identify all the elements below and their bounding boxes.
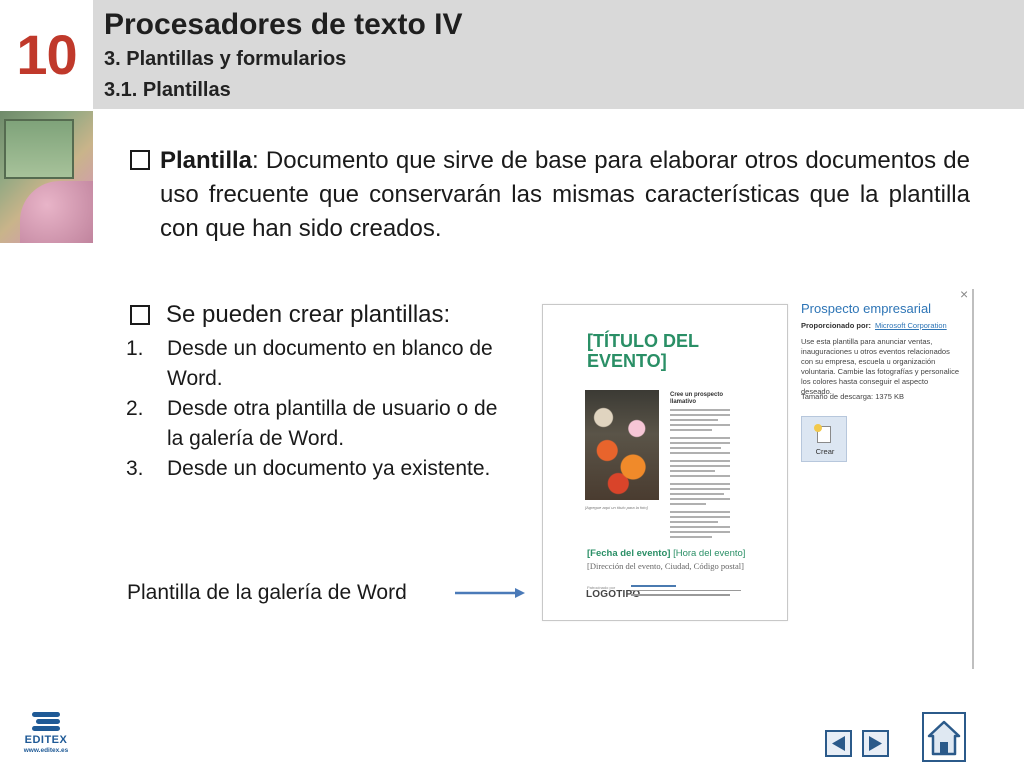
preview-event-date: [Fecha del evento] bbox=[587, 548, 671, 559]
template-preview: [TÍTULO DEL EVENTO] [Agregue aquí un tít… bbox=[542, 304, 788, 621]
previous-slide-button[interactable] bbox=[825, 730, 852, 757]
right-arrow-icon bbox=[455, 588, 525, 598]
new-document-icon bbox=[814, 424, 831, 443]
home-icon bbox=[927, 720, 961, 756]
panel-description: Use esta plantilla para anunciar ventas,… bbox=[801, 337, 959, 396]
creation-methods: Se pueden crear plantillas: 1. Desde un d… bbox=[126, 298, 500, 484]
definition-bullet: Plantilla: Documento que sirve de base p… bbox=[130, 144, 970, 246]
create-button[interactable]: Crear bbox=[801, 416, 847, 462]
panel-title: Prospecto empresarial bbox=[801, 301, 932, 316]
gallery-caption: Plantilla de la galería de Word bbox=[127, 581, 407, 604]
home-button[interactable] bbox=[922, 712, 966, 762]
preview-address: [Dirección del evento, Ciudad, Código po… bbox=[587, 561, 744, 571]
next-triangle-icon bbox=[869, 736, 882, 751]
template-info-panel: × Prospecto empresarial Proporcionado po… bbox=[798, 286, 974, 669]
definition-term: Plantilla bbox=[160, 147, 253, 174]
subsection-title: 3.1. Plantillas bbox=[104, 79, 231, 101]
preview-body-text bbox=[670, 409, 730, 541]
list-item: 1. Desde un documento en blanco de Word. bbox=[126, 334, 500, 394]
next-slide-button[interactable] bbox=[862, 730, 889, 757]
photo-person bbox=[20, 181, 93, 243]
section-title: 3. Plantillas y formularios bbox=[104, 48, 347, 70]
slide-title: Procesadores de texto IV bbox=[104, 8, 463, 41]
provider-label: Proporcionado por: bbox=[801, 321, 871, 330]
list-item-text: Desde otra plantilla de usuario o de la … bbox=[167, 397, 498, 450]
list-item-text: Desde un documento ya existente. bbox=[167, 457, 491, 480]
preview-company-block bbox=[631, 585, 741, 599]
previous-triangle-icon bbox=[832, 736, 845, 751]
panel-download-size: Tamaño de descarga: 1375 KB bbox=[801, 392, 904, 401]
slide-header: 10 Procesadores de texto IV 3. Plantilla… bbox=[0, 0, 1024, 109]
chapter-number-box: 10 bbox=[0, 0, 93, 109]
decorative-photo bbox=[0, 111, 93, 243]
panel-provider: Proporcionado por: Microsoft Corporation bbox=[801, 321, 947, 330]
create-button-label: Crear bbox=[815, 447, 835, 456]
list-item: 3. Desde un documento ya existente. bbox=[126, 454, 500, 484]
photo-monitor bbox=[4, 119, 74, 179]
methods-heading: Se pueden crear plantillas: bbox=[130, 298, 500, 332]
methods-list: 1. Desde un documento en blanco de Word. … bbox=[126, 334, 500, 484]
preview-headline: Cree un prospecto llamativo bbox=[670, 392, 724, 405]
list-item-number: 3. bbox=[126, 457, 144, 480]
list-item-text: Desde un documento en blanco de Word. bbox=[167, 337, 493, 390]
list-item-number: 2. bbox=[126, 397, 144, 420]
preview-photo-caption: [Agregue aquí un título para la foto] bbox=[585, 505, 648, 510]
editex-url: www.editex.es bbox=[23, 747, 69, 754]
preview-flower-photo bbox=[585, 390, 659, 500]
editex-mark-icon bbox=[32, 712, 60, 732]
definition-body: : Documento que sirve de base para elabo… bbox=[160, 147, 970, 242]
list-item: 2. Desde otra plantilla de usuario o de l… bbox=[126, 394, 500, 454]
methods-heading-text: Se pueden crear plantillas: bbox=[166, 301, 451, 328]
checkbox-bullet-icon bbox=[130, 150, 150, 170]
editex-brand: EDITEX bbox=[24, 734, 68, 746]
provider-link[interactable]: Microsoft Corporation bbox=[875, 321, 947, 330]
definition-text: Plantilla: Documento que sirve de base p… bbox=[160, 144, 970, 246]
preview-event-datetime: [Fecha del evento] [Hora del evento] bbox=[587, 548, 782, 560]
close-icon[interactable]: × bbox=[960, 286, 968, 302]
list-item-number: 1. bbox=[126, 337, 144, 360]
editex-logo: EDITEX www.editex.es bbox=[18, 712, 74, 756]
checkbox-bullet-icon bbox=[130, 305, 150, 325]
chapter-number: 10 bbox=[16, 23, 77, 86]
preview-event-time: [Hora del evento] bbox=[673, 548, 746, 559]
preview-title: [TÍTULO DEL EVENTO] bbox=[587, 331, 699, 371]
